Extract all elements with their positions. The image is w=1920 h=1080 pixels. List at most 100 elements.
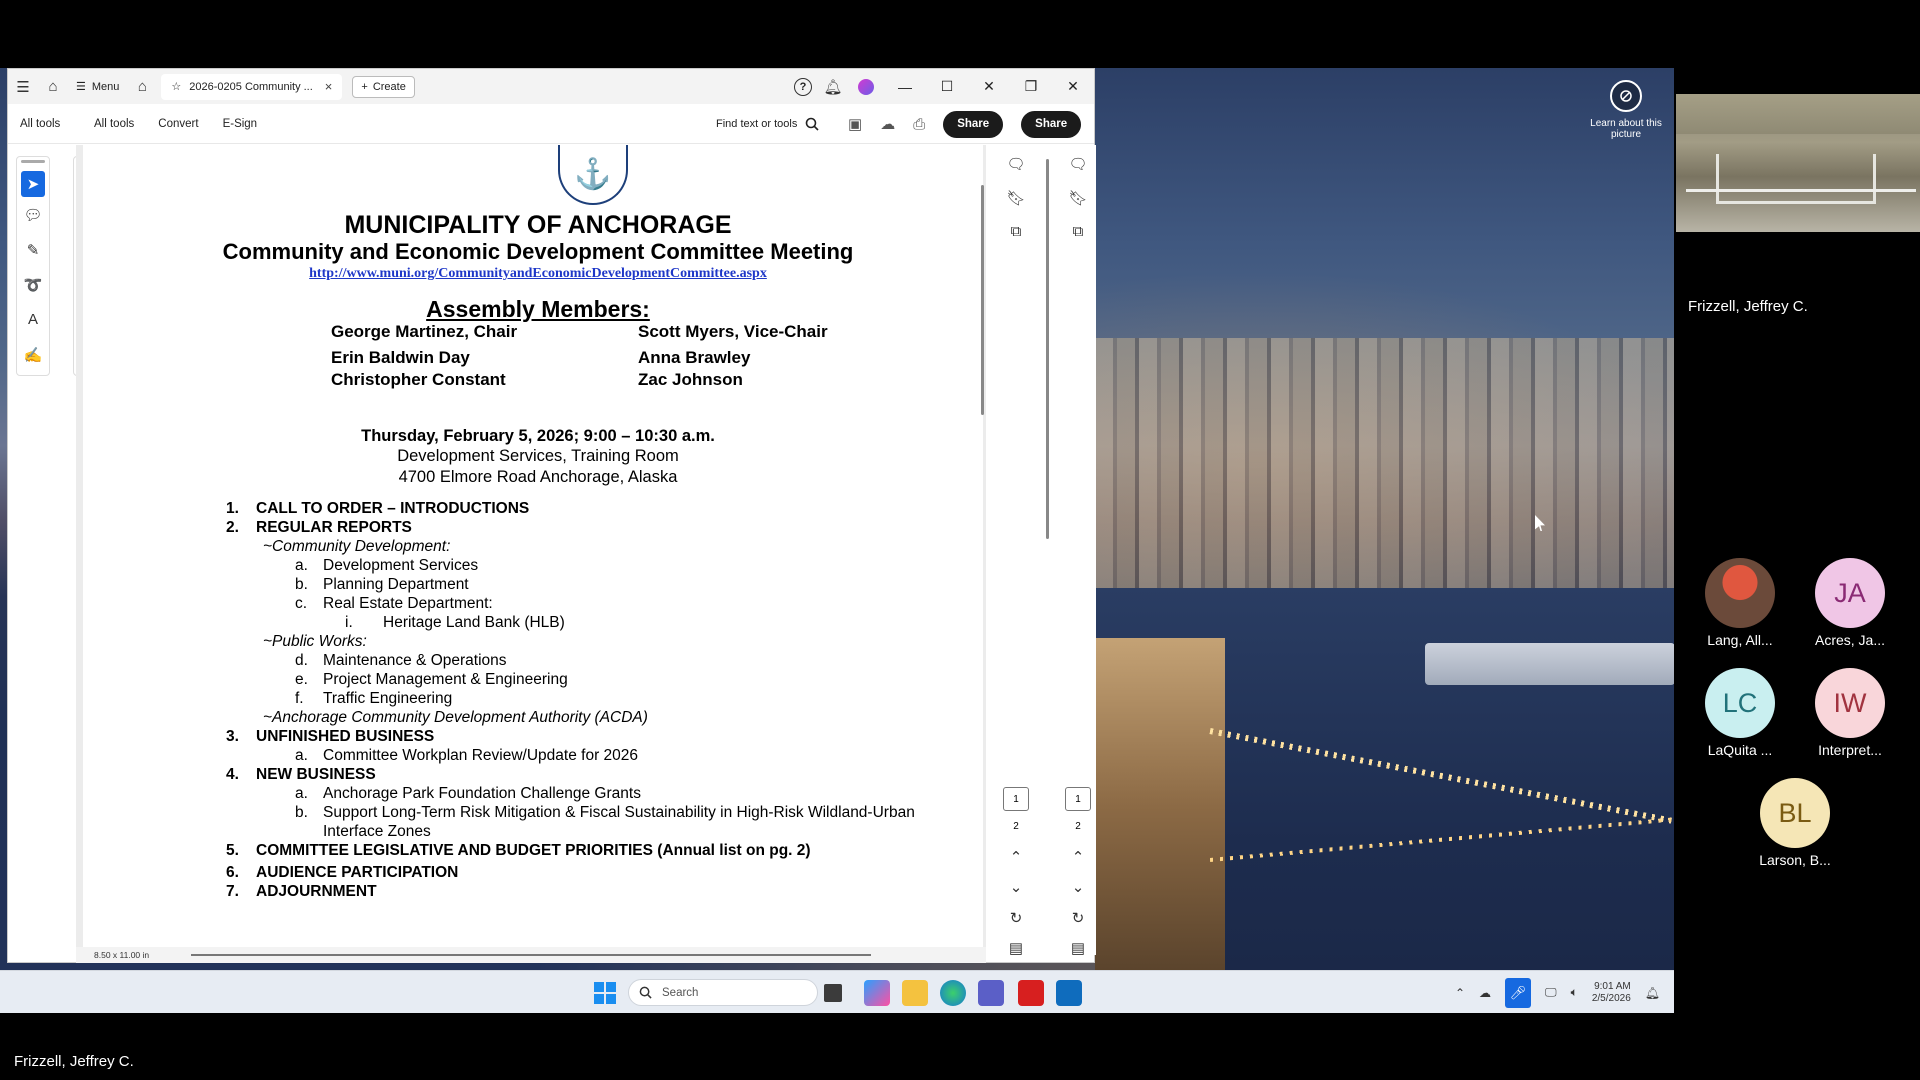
learn-about-picture[interactable]: Learn about this picture (1590, 80, 1662, 140)
participant-name: Acres, Ja... (1814, 632, 1886, 648)
video-room-wall (1676, 94, 1920, 134)
member-5: Christopher Constant (331, 370, 506, 389)
participant-tile[interactable]: JA Acres, Ja... (1795, 558, 1905, 648)
member-6: Zac Johnson (638, 370, 743, 389)
agenda-subitem: Heritage Land Bank (HLB) (383, 614, 565, 631)
upload-cloud-icon[interactable]: ☁ (880, 115, 895, 133)
agenda-number: 4. (226, 766, 239, 783)
document-url-link[interactable]: http://www.muni.org/CommunityandEconomic… (83, 266, 983, 282)
menu-icon: ☰ (76, 81, 86, 93)
page-2-number[interactable]: 2 (1003, 821, 1029, 832)
agenda-item: COMMITTEE LEGISLATIVE AND BUDGET PRIORIT… (256, 842, 811, 859)
close-tab-icon[interactable]: × (325, 79, 333, 94)
member-2: Scott Myers, Vice-Chair (638, 322, 828, 341)
share-button-2[interactable]: Share (1021, 110, 1082, 138)
participant-tile[interactable]: Lang, All... (1685, 558, 1795, 648)
file-explorer-icon[interactable] (902, 980, 928, 1006)
horizontal-scrollbar[interactable] (191, 954, 871, 956)
home-icon[interactable]: ⌂ (38, 69, 68, 104)
agenda-number: 7. (226, 883, 239, 900)
presenter-video[interactable] (1676, 94, 1920, 232)
pages-icon[interactable]: ⧉ (993, 223, 1039, 240)
help-icon[interactable]: ? (794, 77, 812, 96)
create-button[interactable]: + Create (352, 75, 415, 98)
volume-icon[interactable]: 🔈︎ (1571, 985, 1578, 1000)
esign-link[interactable]: E-Sign (211, 118, 270, 130)
taskbar-search[interactable]: Search (628, 979, 818, 1006)
cloud-off-icon[interactable]: ☁ (1479, 986, 1491, 1000)
rotate-icon-2[interactable]: ↻ (1060, 909, 1096, 927)
microphone-icon[interactable]: 🎤︎ (1505, 977, 1532, 1008)
star-icon[interactable]: ☆ (171, 80, 181, 93)
convert-link[interactable]: Convert (146, 118, 210, 130)
page-fit-icon-2[interactable]: ▤ (1060, 939, 1096, 957)
participant-name: LaQuita ... (1707, 742, 1773, 758)
close-button[interactable]: ✕ (968, 69, 1010, 104)
member-1: George Martinez, Chair (331, 322, 518, 341)
chevron-down-icon[interactable]: ⌄ (993, 878, 1039, 896)
minimize-button[interactable]: — (884, 69, 926, 104)
edge-browser-icon[interactable] (940, 980, 966, 1006)
menu-button[interactable]: ☰ Menu (68, 69, 127, 104)
agenda-subitem: Real Estate Department: (323, 595, 493, 612)
participant-tile[interactable]: BL Larson, B... (1740, 778, 1850, 868)
all-tools-link[interactable]: All tools (82, 118, 146, 130)
pages-icon-2[interactable]: ⧉ (1060, 223, 1096, 240)
text-box-icon[interactable]: A (17, 302, 49, 337)
bookmark-icon-2[interactable]: 🔖︎ (1060, 189, 1096, 207)
save-icon[interactable]: ▣ (848, 115, 862, 133)
comment-panel-icon[interactable]: 🗨︎ (993, 155, 1039, 173)
task-view-icon[interactable] (824, 984, 842, 1002)
lasso-icon[interactable]: ➰ (17, 267, 49, 302)
maximize-button[interactable]: ☐ (926, 69, 968, 104)
outlook-icon[interactable] (1056, 980, 1082, 1006)
right-tool-rail: 🗨︎ 🔖︎ ⧉ 1 2 ⌃ ⌄ ↻ ▤ (993, 145, 1039, 957)
teams-icon[interactable] (978, 980, 1004, 1006)
tab-document[interactable]: ☆ 2026-0205 Community ... × (161, 73, 343, 100)
document-scrollbar[interactable] (981, 185, 984, 415)
page-1-box-2[interactable]: 1 (1065, 787, 1091, 811)
find-placeholder: Find text or tools (716, 118, 798, 130)
notification-bell-icon[interactable]: 🔔︎ (1645, 986, 1660, 1000)
home-icon-2[interactable]: ⌂ (127, 69, 157, 104)
sign-icon[interactable]: ✍ (17, 337, 49, 372)
store-app-icon[interactable] (864, 980, 890, 1006)
bell-icon[interactable]: 🔔︎ (818, 69, 848, 104)
bookmark-icon[interactable]: 🔖︎ (993, 189, 1039, 207)
document-viewport[interactable]: ⚓ MUNICIPALITY OF ANCHORAGE Community an… (76, 145, 986, 953)
select-cursor-icon[interactable]: ➤ (21, 171, 45, 197)
page-1-box[interactable]: 1 (1003, 787, 1029, 811)
network-icon[interactable]: 🖵 (1545, 985, 1557, 1000)
participant-tile[interactable]: LC LaQuita ... (1685, 668, 1795, 758)
participant-name: Larson, B... (1759, 852, 1831, 868)
create-label: Create (372, 80, 406, 93)
windows-start-icon[interactable] (592, 980, 618, 1006)
comment-panel-icon-2[interactable]: 🗨︎ (1060, 155, 1096, 173)
acrobat-taskbar-icon[interactable] (1018, 980, 1044, 1006)
hamburger-icon[interactable]: ☰ (8, 69, 38, 104)
comment-icon[interactable]: 💬︎ (17, 197, 49, 232)
share-button[interactable]: Share (943, 110, 1004, 138)
taskbar-clock[interactable]: 9:01 AM 2/5/2026 (1592, 981, 1631, 1005)
user-avatar[interactable] (858, 78, 874, 95)
chevron-up-icon[interactable]: ⌃ (993, 848, 1039, 866)
search-icon (806, 117, 819, 131)
find-text-tools[interactable]: Find text or tools (716, 104, 819, 144)
print-icon[interactable]: ⎙ (913, 116, 925, 133)
restore-button[interactable]: ❐ (1010, 69, 1052, 104)
pen-icon[interactable]: ✎ (17, 232, 49, 267)
rotate-icon[interactable]: ↻ (993, 909, 1039, 927)
second-scrollbar[interactable] (1046, 159, 1049, 539)
tool-rail-grip[interactable] (21, 160, 45, 163)
chevron-up-icon-2[interactable]: ⌃ (1060, 848, 1096, 866)
toolbar-actions: ▣ ☁ ⎙ Share Share (848, 104, 1082, 144)
camera-icon (1610, 80, 1642, 112)
tab-title: 2026-0205 Community ... (189, 80, 313, 93)
close-button-2[interactable]: ✕ (1052, 69, 1094, 104)
all-tools-left-link[interactable]: All tools (8, 118, 82, 130)
chevron-up-icon[interactable]: ⌃ (1455, 986, 1465, 1000)
page-2-number-2[interactable]: 2 (1065, 821, 1091, 832)
page-fit-icon[interactable]: ▤ (993, 939, 1039, 957)
chevron-down-icon-2[interactable]: ⌄ (1060, 878, 1096, 896)
participant-tile[interactable]: IW Interpret... (1795, 668, 1905, 758)
